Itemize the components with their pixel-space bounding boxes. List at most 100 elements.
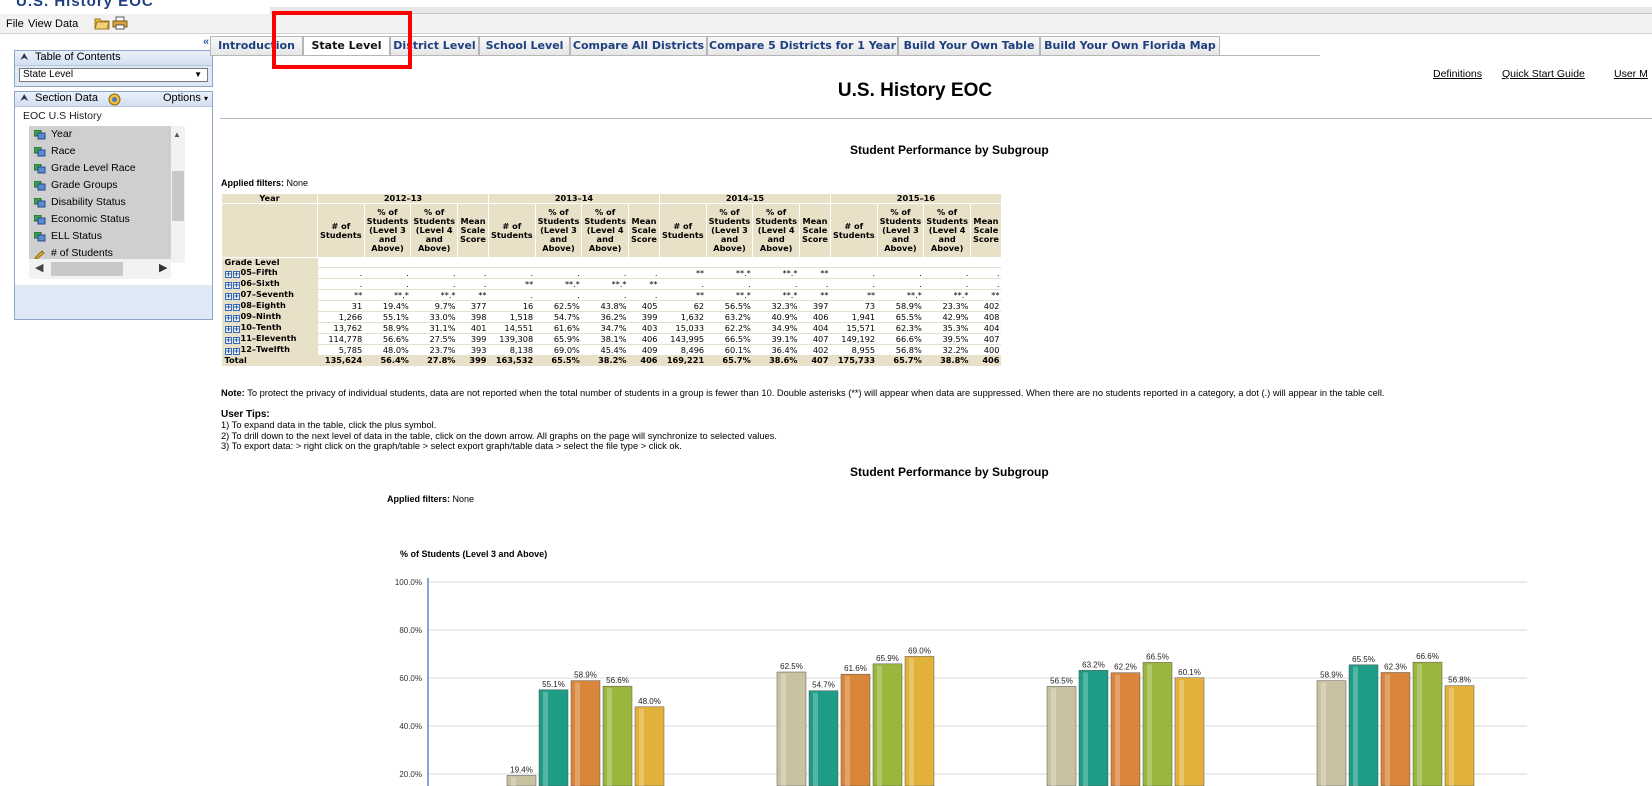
expand-plus-icon[interactable]: + (224, 304, 232, 311)
scroll-thumb-horizontal[interactable] (51, 262, 123, 276)
year-header-2012[interactable]: 2012–13 (317, 193, 489, 204)
row-label[interactable]: + +09–Ninth (221, 311, 318, 323)
table-cell: . (457, 267, 489, 279)
drill-down-icon[interactable]: + (232, 304, 240, 311)
quick-start-guide-link[interactable]: Quick Start Guide (1502, 68, 1585, 80)
tab-school-level[interactable]: School Level (479, 36, 570, 55)
table-cell: ** (659, 289, 707, 301)
column-header: % of Students (Level 3 and Above) (705, 203, 754, 258)
tab-compare-all-districts[interactable]: Compare All Districts (570, 36, 707, 55)
table-cell: . (659, 278, 707, 290)
user-manual-link[interactable]: User M (1614, 68, 1648, 80)
drill-down-icon[interactable]: + (232, 282, 240, 289)
year-header-2015[interactable]: 2015–16 (829, 193, 1002, 204)
field-item[interactable]: Economic Status (29, 211, 171, 228)
scroll-thumb[interactable] (172, 171, 184, 221)
scroll-up-icon[interactable]: ▲ (173, 130, 181, 139)
note-text: To protect the privacy of individual stu… (247, 388, 1385, 398)
drill-down-icon[interactable]: + (232, 348, 240, 355)
table-cell: . (581, 289, 629, 301)
user-tip-3: 3) To export data: > right click on the … (221, 441, 682, 452)
expand-plus-icon[interactable]: + (224, 271, 232, 278)
table-cell: . (364, 278, 411, 290)
bar-highlight (511, 777, 516, 786)
bar-data-label: 56.8% (1448, 676, 1471, 685)
row-label[interactable]: + +06–Sixth (221, 278, 318, 290)
row-label[interactable]: + +10–Tenth (221, 322, 318, 334)
drill-down-icon[interactable]: + (232, 337, 240, 344)
sidebar: « ⮝ Table of Contents State Level ▼ ⮝ Se… (0, 34, 214, 786)
field-item[interactable]: Disability Status (29, 194, 171, 211)
field-item[interactable]: ELL Status (29, 228, 171, 245)
toc-select[interactable]: State Level ▼ (19, 68, 208, 82)
expand-plus-icon[interactable]: + (224, 337, 232, 344)
expand-plus-icon[interactable]: + (224, 293, 232, 300)
toc-header[interactable]: ⮝ Table of Contents (15, 51, 212, 66)
table-cell: 34.7% (581, 322, 629, 334)
drill-down-icon[interactable]: + (232, 293, 240, 300)
expand-plus-icon[interactable]: + (224, 326, 232, 333)
field-item-label: Race (51, 145, 76, 157)
menu-data[interactable]: Data (55, 18, 78, 30)
vertical-scrollbar[interactable]: ▲ (171, 126, 185, 263)
drill-down-icon[interactable]: + (232, 315, 240, 322)
open-folder-icon[interactable] (94, 16, 110, 30)
dropdown-arrow-icon[interactable]: ▼ (194, 69, 202, 81)
table-cell: 5,785 (317, 344, 365, 356)
print-icon[interactable] (112, 16, 128, 30)
column-header: % of Students (Level 4 and Above) (923, 203, 971, 258)
table-cell: 42.9% (923, 311, 971, 323)
table-row: + +08–Eighth 31 19.4% 9.7% 377 16 62.5% 43.8% 405… (221, 300, 1002, 312)
definitions-link[interactable]: Definitions (1433, 68, 1482, 80)
scroll-left-icon[interactable]: ◀ (35, 261, 43, 274)
year-header-2014[interactable]: 2014–15 (658, 193, 831, 204)
menu-view[interactable]: View (28, 18, 52, 30)
collapse-up-icon[interactable]: ⮝ (20, 93, 29, 104)
row-label[interactable]: + +12–Twelfth (221, 344, 318, 356)
table-cell: . (488, 289, 536, 301)
field-item[interactable]: Grade Level Race (29, 160, 171, 177)
row-label[interactable]: + +11–Eleventh (221, 333, 318, 345)
table-cell: 8,955 (830, 344, 878, 356)
row-label[interactable]: + +05–Fifth (221, 267, 318, 279)
bar-highlight (639, 708, 644, 786)
bar-highlight (845, 676, 850, 786)
horizontal-scrollbar[interactable]: ◀ ▶ (29, 259, 171, 279)
field-item[interactable]: Grade Groups (29, 177, 171, 194)
expand-plus-icon[interactable]: + (224, 282, 232, 289)
field-item[interactable]: Year (29, 126, 171, 143)
table-cell: . (410, 267, 458, 279)
table-cell: 408 (970, 311, 1002, 323)
drill-down-icon[interactable]: + (232, 326, 240, 333)
collapse-up-icon[interactable]: ⮝ (20, 52, 29, 63)
collapse-sidebar-icon[interactable]: « (203, 36, 209, 48)
row-label[interactable]: + +08–Eighth (221, 300, 318, 312)
menu-bar: File View Data (0, 14, 1652, 34)
tab-build-your-own-table[interactable]: Build Your Own Table (898, 36, 1040, 55)
tab-compare-5-districts[interactable]: Compare 5 Districts for 1 Year (707, 36, 898, 55)
section-data-header[interactable]: ⮝ Section Data Options ▾ (15, 92, 212, 107)
options-menu[interactable]: Options ▾ (163, 92, 208, 104)
bar-data-label: 62.2% (1114, 663, 1137, 672)
table-cell: 23.3% (923, 300, 971, 312)
menu-file[interactable]: File (6, 18, 24, 30)
year-header-2013[interactable]: 2013–14 (487, 193, 660, 204)
bar-data-label: 65.9% (876, 654, 899, 663)
tab-build-your-own-map[interactable]: Build Your Own Florida Map (1040, 36, 1220, 55)
expand-plus-icon[interactable]: + (224, 348, 232, 355)
table-cell: 48.0% (364, 344, 411, 356)
chart-bar (1078, 670, 1109, 786)
user-tips: User Tips: 1) To expand data in the tabl… (221, 409, 777, 452)
column-header: % of Students (Level 4 and Above) (410, 203, 459, 258)
table-cell: **.* (410, 289, 458, 301)
scroll-right-icon[interactable]: ▶ (159, 261, 167, 274)
app-title: U.S. History EOC (16, 0, 154, 10)
drill-down-icon[interactable]: + (232, 271, 240, 278)
field-item-label: Grade Level Race (51, 162, 136, 174)
field-item[interactable]: Race (29, 143, 171, 160)
row-label[interactable]: + +07–Seventh (221, 289, 318, 301)
table-cell: ** (799, 267, 831, 279)
expand-plus-icon[interactable]: + (224, 315, 232, 322)
table-cell: 62.3% (877, 322, 924, 334)
table-cell: 56.5% (706, 300, 753, 312)
